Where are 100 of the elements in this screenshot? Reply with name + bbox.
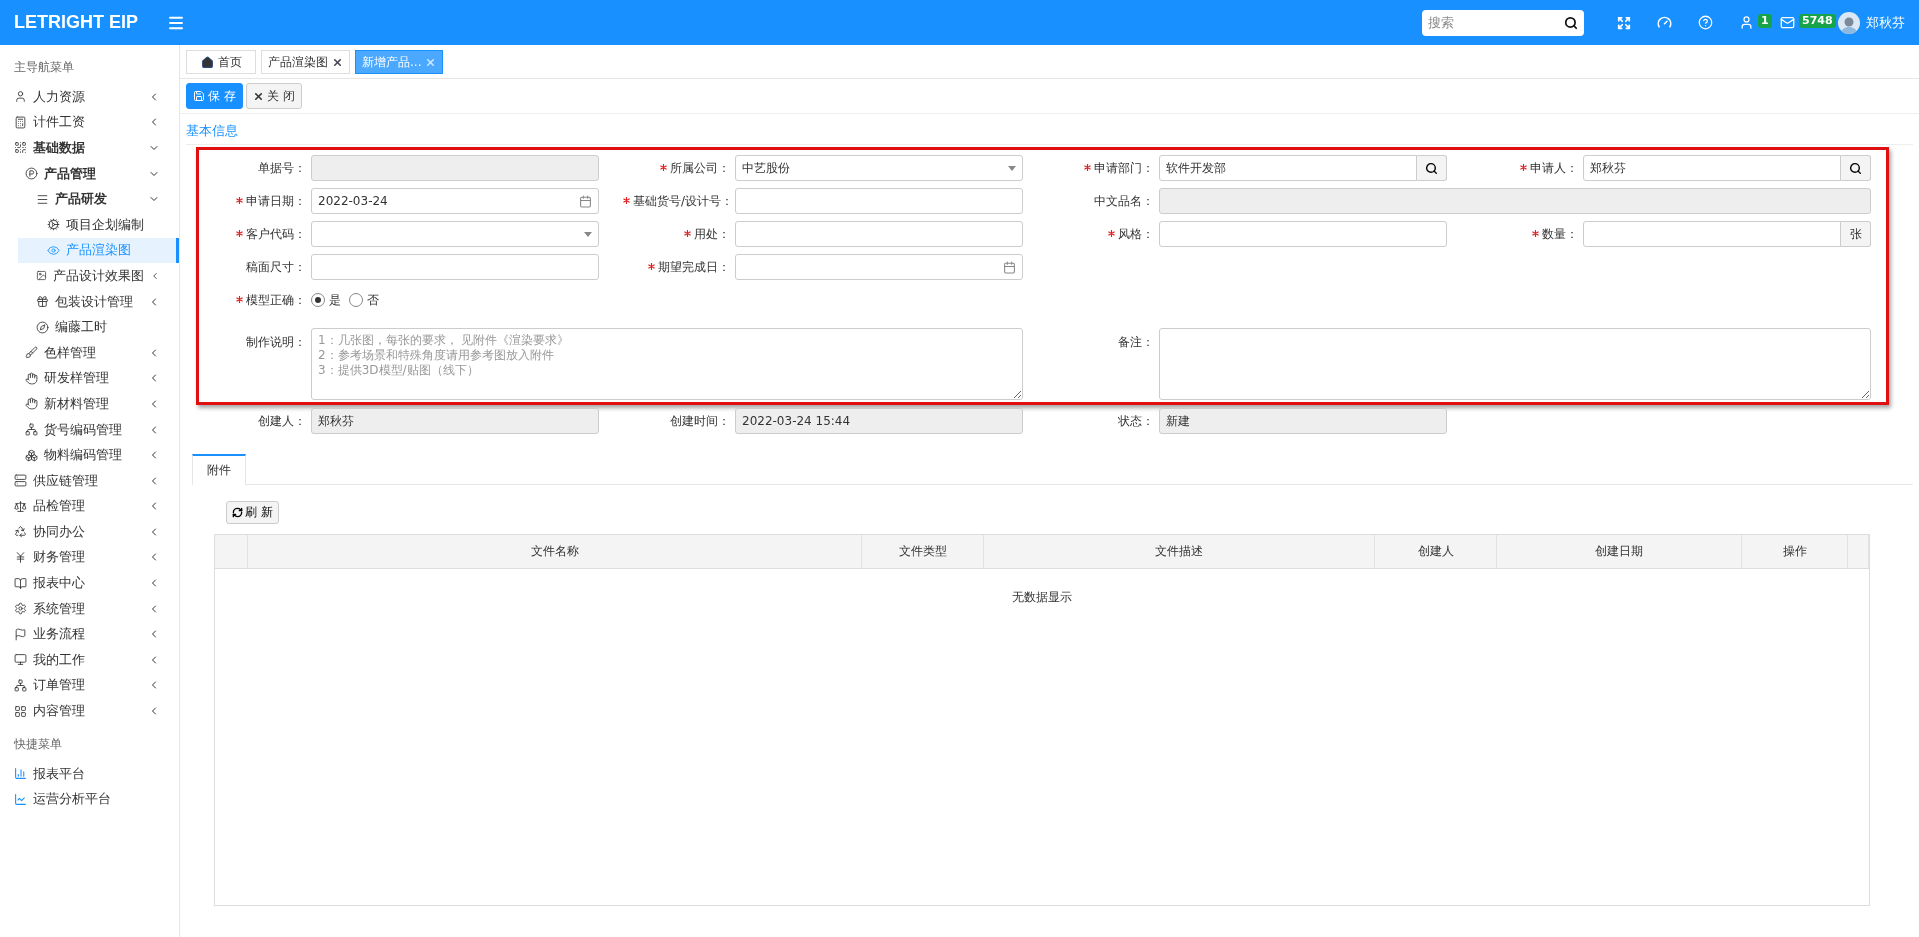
- menu-section-title: 快捷菜单: [13, 735, 63, 753]
- text-field[interactable]: [311, 254, 599, 280]
- sidebar-item[interactable]: 系统管理: [0, 595, 179, 622]
- select-field[interactable]: 中艺股份: [735, 155, 1023, 181]
- column-header: 创建日期: [1497, 535, 1742, 568]
- caret-icon: [1008, 165, 1016, 171]
- text-field[interactable]: 郑秋芬: [1583, 155, 1841, 181]
- scale-icon: [14, 499, 27, 513]
- sidebar-item[interactable]: 订单管理: [0, 672, 179, 699]
- page-tab[interactable]: 产品渲染图: [261, 50, 350, 74]
- close-button[interactable]: 关 闭: [245, 83, 302, 109]
- shortcut-item[interactable]: 报表平台: [0, 760, 179, 787]
- field-label: 制作说明：: [245, 334, 307, 351]
- image-icon: [36, 269, 47, 283]
- field-label: 稿面尺寸：: [245, 258, 307, 276]
- text-field[interactable]: [1159, 221, 1447, 247]
- column-header: 文件描述: [984, 535, 1375, 568]
- save-icon: [193, 90, 205, 102]
- menu-section-title: 主导航菜单: [13, 59, 75, 76]
- avatar[interactable]: [1838, 11, 1860, 34]
- sidebar-item[interactable]: 人力资源: [0, 84, 179, 110]
- grid-icon: [14, 141, 27, 155]
- sidebar-item[interactable]: 业务流程: [0, 621, 179, 648]
- field-label: 单据号：: [257, 159, 307, 177]
- line-chart-icon: [14, 792, 27, 806]
- sidebar-item[interactable]: 财务管理: [0, 544, 179, 571]
- field-label: 风格：: [1047, 225, 1159, 243]
- field-label: 模型正确：: [199, 291, 311, 309]
- search-button[interactable]: [1417, 155, 1447, 181]
- sidebar-item[interactable]: 供应链管理: [0, 467, 179, 494]
- number-field[interactable]: [1583, 221, 1841, 247]
- hand-icon: [25, 397, 38, 411]
- expand-icon: [1617, 15, 1631, 30]
- sidebar-item[interactable]: 包装设计管理: [0, 288, 179, 315]
- field-label: 备注：: [1117, 334, 1155, 351]
- section-title: 基本信息: [186, 114, 1913, 145]
- radio-label: 否: [367, 291, 379, 309]
- empty-message: 无数据显示: [1012, 590, 1072, 604]
- sidebar-item[interactable]: 协同办公: [0, 519, 179, 545]
- hierarchy-icon: [14, 678, 27, 692]
- sidebar-item[interactable]: 内容管理: [0, 698, 179, 724]
- eye-icon: [47, 243, 60, 257]
- field-label: 期望完成日：: [623, 258, 735, 276]
- sidebar-item[interactable]: 色样管理: [0, 339, 179, 366]
- shortcut-item[interactable]: 运营分析平台: [0, 786, 179, 813]
- calendar-icon: [579, 194, 592, 208]
- column-header: 文件类型: [862, 535, 984, 568]
- search-icon: [1849, 161, 1862, 175]
- refresh-icon: [232, 507, 243, 518]
- sidebar-item[interactable]: 产品设计效果图: [0, 263, 179, 289]
- column-header: 创建人: [1375, 535, 1497, 568]
- search-button[interactable]: [1841, 155, 1871, 181]
- count-badge: 5748: [1799, 14, 1836, 28]
- grid-icon: [14, 704, 27, 718]
- sidebar-item[interactable]: 研发样管理: [0, 365, 179, 392]
- field-label: 状态：: [1117, 412, 1155, 430]
- bar-chart-icon: [14, 767, 27, 781]
- sidebar-item[interactable]: 新材料管理: [0, 391, 179, 417]
- text-field[interactable]: [735, 221, 1023, 247]
- sidebar-item[interactable]: 项目企划编制: [0, 211, 179, 238]
- text-area[interactable]: [1159, 328, 1871, 400]
- sidebar-item[interactable]: 品检管理: [0, 493, 179, 520]
- p-circle-icon: [25, 167, 38, 181]
- help-icon: [1698, 15, 1713, 30]
- sidebar-item[interactable]: 产品研发: [0, 186, 179, 212]
- column-header: 文件名称: [248, 535, 862, 568]
- list-icon: [36, 192, 49, 206]
- unit-label: 张: [1841, 221, 1871, 247]
- field-label: 用处：: [623, 225, 735, 243]
- user-icon: [14, 90, 27, 104]
- sidebar-item[interactable]: 货号编码管理: [0, 416, 179, 443]
- refresh-button[interactable]: 刷 新: [226, 501, 279, 524]
- server-icon: [14, 474, 27, 488]
- calendar-icon: [1003, 260, 1016, 274]
- sidebar-item[interactable]: 产品管理: [0, 160, 179, 187]
- search-icon: [1564, 15, 1578, 30]
- sidebar-item[interactable]: 基础数据: [0, 135, 179, 161]
- close-icon[interactable]: [332, 56, 343, 68]
- settings-icon: [14, 602, 27, 616]
- date-field[interactable]: 2022-03-24: [311, 188, 599, 214]
- calculator-icon: [14, 115, 27, 129]
- sidebar-item[interactable]: 编藤工时: [0, 314, 179, 340]
- text-area[interactable]: 1：几张图，每张的要求， 见附件《渲染要求》 2：参考场景和特殊角度请用参考图放入附件 3：提供3D模型/贴图（线下）: [311, 328, 1023, 400]
- search-field[interactable]: 搜索: [1422, 9, 1584, 36]
- page-tab[interactable]: 首页: [186, 50, 256, 74]
- field-label: 申请人：: [1471, 159, 1583, 177]
- flag-icon: [14, 627, 27, 641]
- text-field[interactable]: 软件开发部: [1159, 155, 1417, 181]
- sidebar-item[interactable]: 报表中心: [0, 570, 179, 596]
- tab[interactable]: 附件: [192, 454, 246, 485]
- text-field[interactable]: [735, 188, 1023, 214]
- sidebar-item[interactable]: 物料编码管理: [0, 442, 179, 468]
- sidebar-item[interactable]: 我的工作: [0, 647, 179, 673]
- yen-icon: [14, 551, 27, 564]
- sidebar-item[interactable]: 计件工资: [0, 109, 179, 136]
- select-field[interactable]: [311, 221, 599, 247]
- hierarchy-icon: [25, 423, 38, 436]
- gears-icon: [47, 218, 60, 232]
- date-field[interactable]: [735, 254, 1023, 280]
- logo: LETRIGHT EIP: [14, 12, 139, 33]
